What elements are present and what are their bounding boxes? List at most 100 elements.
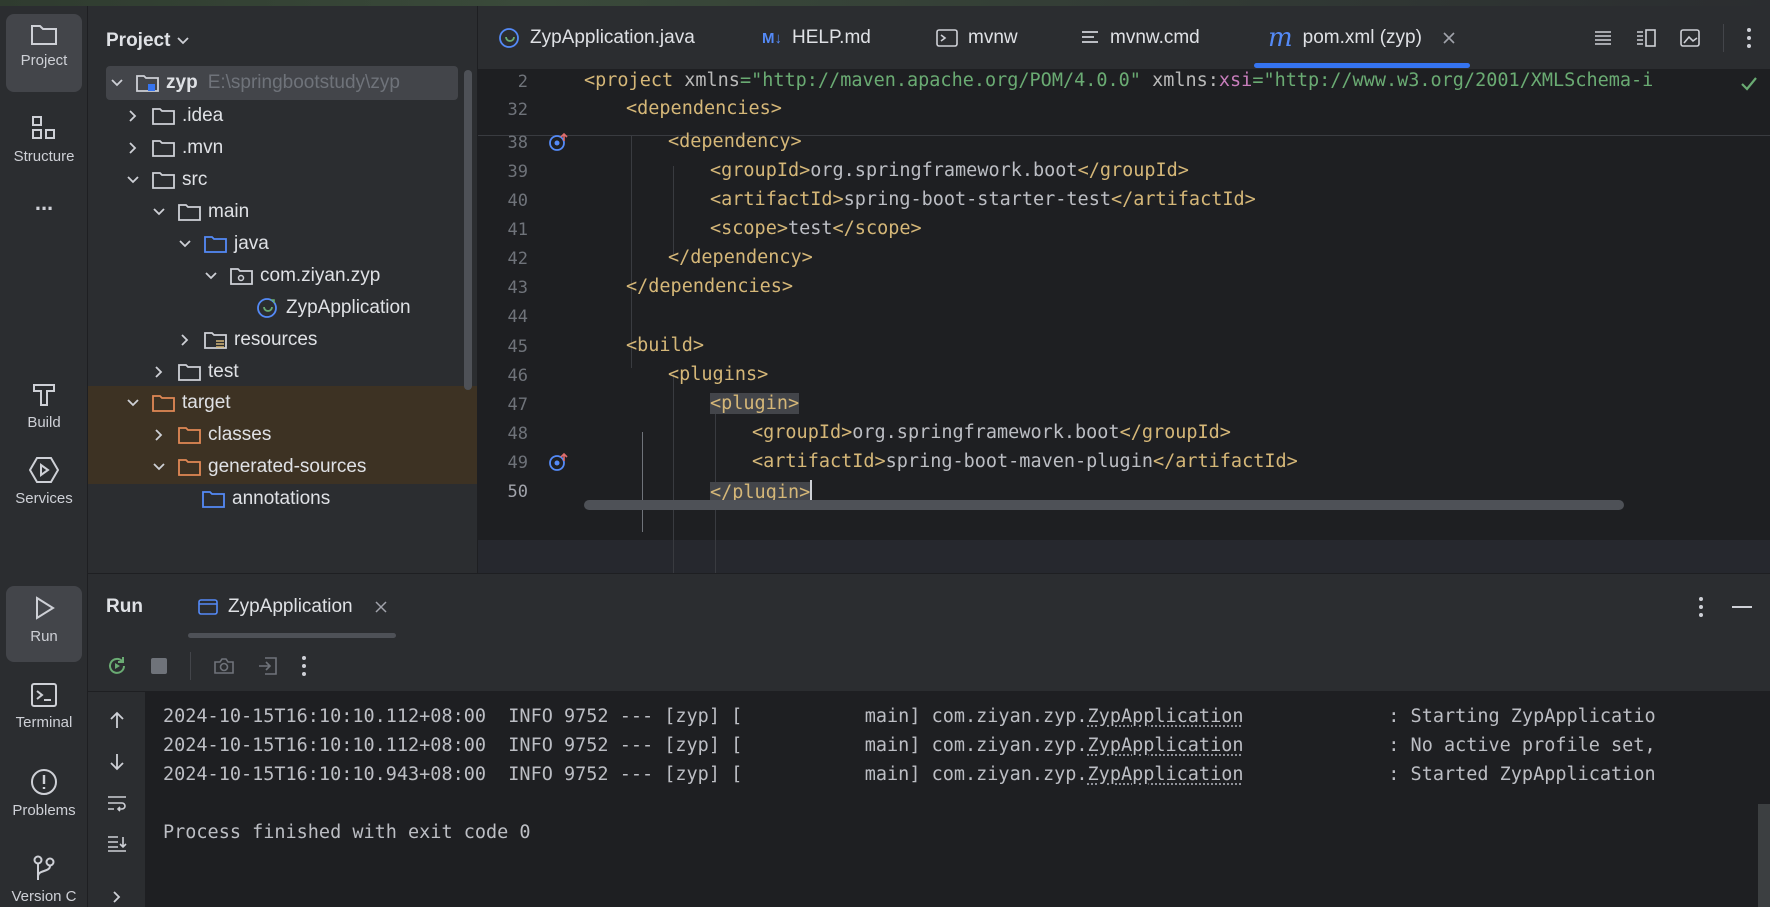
code-line-48: <groupId>org.springframework.boot</group… — [752, 422, 1231, 443]
run-tab-zypapplication[interactable]: ZypApplication — [188, 574, 396, 640]
version-control-tool-label: Version C — [11, 888, 77, 905]
chevron-right-icon[interactable] — [124, 107, 142, 125]
line-number: 46 — [507, 366, 528, 386]
close-icon[interactable] — [375, 601, 387, 613]
tree-item-annotations[interactable]: annotations — [88, 482, 477, 516]
chevron-right-icon[interactable] — [150, 426, 168, 444]
tree-item-label: com.ziyan.zyp — [260, 265, 381, 286]
problems-tool-button[interactable]: Problems — [6, 760, 82, 819]
services-tool-button[interactable]: Services — [6, 448, 82, 507]
hammer-icon — [33, 384, 55, 406]
tree-item-target[interactable]: target — [88, 386, 477, 420]
scroll-to-end-icon[interactable] — [106, 834, 128, 852]
exit-icon[interactable] — [257, 656, 279, 676]
tree-item-idea[interactable]: .idea — [88, 99, 477, 133]
problems-tool-label: Problems — [12, 802, 76, 819]
resources-folder-icon — [204, 330, 228, 350]
tree-item-zypapplication[interactable]: ZypApplication — [88, 291, 477, 325]
folder-icon — [178, 202, 202, 222]
arrow-up-icon[interactable] — [108, 710, 126, 730]
tree-item-label: .mvn — [182, 137, 224, 158]
problems-icon — [31, 769, 57, 795]
chevron-down-icon[interactable] — [108, 74, 126, 92]
services-icon — [29, 457, 59, 483]
maven-plugin-gutter-icon[interactable] — [548, 452, 570, 472]
chevron-down-icon[interactable] — [176, 235, 194, 253]
code-line-42: </dependency> — [668, 247, 813, 268]
preview-icon[interactable] — [1679, 28, 1701, 48]
git-branch-icon — [33, 855, 55, 880]
run-tool-button[interactable]: Run — [6, 586, 82, 662]
tree-item-zyp[interactable]: zyp E:\springbootstudy\zyp — [106, 66, 458, 100]
console-output[interactable]: 2024-10-15T16:10:10.112+08:00 INFO 9752 … — [146, 692, 1770, 907]
project-tool-button[interactable]: Project — [6, 14, 82, 92]
split-view-icon[interactable] — [1635, 28, 1657, 48]
rerun-icon[interactable] — [106, 655, 128, 677]
chevron-down-icon[interactable] — [150, 458, 168, 476]
terminal-tool-button[interactable]: Terminal — [6, 674, 82, 731]
tree-item-classes[interactable]: classes — [88, 418, 477, 452]
editor-tab-bar: ZypApplication.java M↓ HELP.md mvnw mvnw… — [478, 6, 1770, 70]
menu-lines-icon[interactable] — [1593, 29, 1613, 47]
project-panel-header[interactable]: Project — [106, 30, 190, 52]
code-line-38: <dependency> — [668, 131, 802, 152]
line-number: 45 — [507, 337, 528, 357]
maven-icon: m — [1268, 23, 1293, 53]
tab-mvnw-cmd[interactable]: mvnw.cmd — [1080, 6, 1200, 70]
code-editor[interactable]: 2 <project xmlns="http://maven.apache.or… — [478, 70, 1770, 573]
minimize-icon[interactable] — [1732, 605, 1752, 609]
project-scrollbar[interactable] — [464, 70, 472, 390]
chevron-down-icon[interactable] — [124, 171, 142, 189]
tree-item-label: annotations — [232, 488, 331, 509]
chevron-right-icon[interactable] — [124, 139, 142, 157]
terminal-icon — [936, 29, 958, 47]
indent-guide — [631, 136, 632, 368]
tree-item-main[interactable]: main — [88, 195, 477, 229]
build-tool-button[interactable]: Build — [6, 372, 82, 431]
more-vertical-icon[interactable] — [1746, 27, 1752, 49]
chevron-down-icon[interactable] — [202, 267, 220, 285]
structure-tool-label: Structure — [13, 148, 75, 165]
folder-icon — [31, 25, 57, 45]
camera-icon[interactable] — [213, 656, 235, 676]
arrow-down-icon[interactable] — [108, 752, 126, 772]
line-number: 43 — [507, 278, 528, 298]
chevron-down-icon[interactable] — [124, 394, 142, 412]
maven-dependency-gutter-icon[interactable] — [548, 132, 570, 152]
line-number: 2 — [517, 72, 528, 92]
version-control-tool-button[interactable]: Version C — [6, 846, 82, 905]
chevron-right-icon[interactable] — [112, 890, 122, 904]
editor-horizontal-scrollbar[interactable] — [584, 500, 1624, 510]
more-vertical-icon[interactable] — [1698, 596, 1704, 618]
tab-pom-xml[interactable]: m pom.xml (zyp) — [1254, 6, 1470, 70]
tab-help-md[interactable]: M↓ HELP.md — [762, 6, 871, 70]
more-vertical-icon[interactable] — [301, 655, 307, 677]
tab-mvnw[interactable]: mvnw — [936, 6, 1018, 70]
chevron-right-icon[interactable] — [150, 363, 168, 381]
tab-zypapplication-java[interactable]: ZypApplication.java — [498, 6, 695, 70]
tree-item-test[interactable]: test — [88, 355, 477, 389]
tree-item-label: .idea — [182, 105, 224, 126]
chevron-down-icon[interactable] — [150, 203, 168, 221]
more-tools-button[interactable]: ... — [6, 182, 82, 216]
source-folder-icon — [204, 234, 228, 254]
structure-tool-button[interactable]: Structure — [6, 106, 82, 165]
tree-item-src[interactable]: src — [88, 163, 477, 197]
tree-item-package[interactable]: com.ziyan.zyp — [88, 259, 477, 293]
tree-item-java[interactable]: java — [88, 227, 477, 261]
chevron-right-icon[interactable] — [176, 331, 194, 349]
code-line-47: <plugin> — [710, 393, 800, 414]
structure-icon — [32, 116, 55, 139]
close-icon[interactable] — [1442, 31, 1456, 45]
tree-item-generated-sources[interactable]: generated-sources — [88, 450, 477, 484]
tree-item-resources[interactable]: resources — [88, 323, 477, 357]
editor-tab-actions — [1593, 6, 1770, 70]
console-scrollbar[interactable] — [1758, 804, 1770, 907]
console-side-toolbar — [88, 692, 146, 907]
build-tool-label: Build — [27, 414, 61, 431]
toolbar-divider — [190, 651, 191, 680]
stop-icon[interactable] — [150, 657, 168, 675]
more-icon: ... — [34, 190, 54, 215]
soft-wrap-icon[interactable] — [106, 794, 128, 812]
tree-item-mvn[interactable]: .mvn — [88, 131, 477, 165]
